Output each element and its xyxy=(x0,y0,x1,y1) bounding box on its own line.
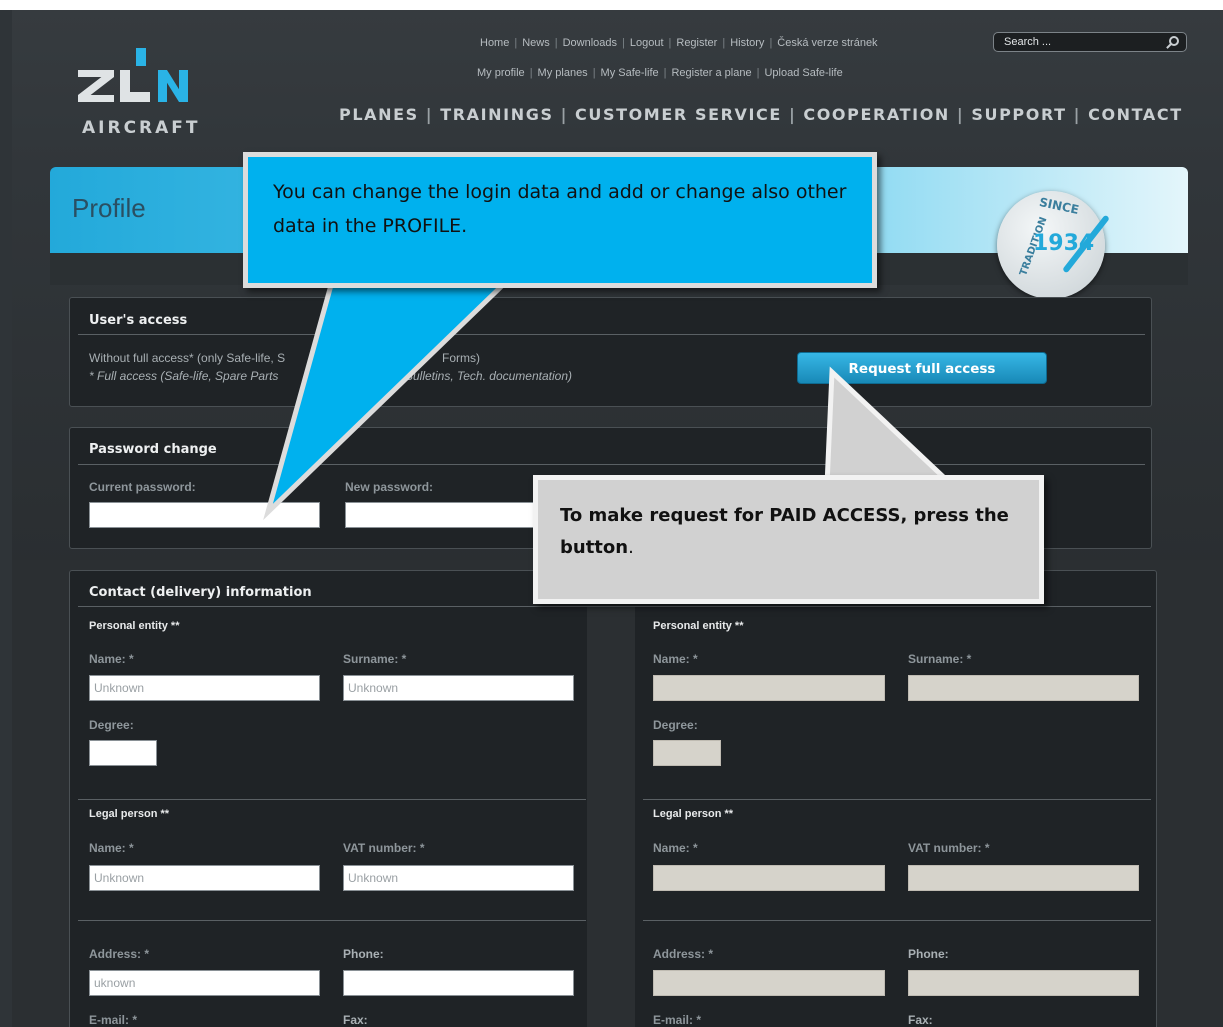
access-line-1: Without full access* (only Safe-life, S xyxy=(89,351,286,365)
vat-field-2 xyxy=(908,865,1139,891)
address-field[interactable]: uknown xyxy=(89,970,320,996)
new-password-field[interactable] xyxy=(345,502,545,528)
link-czech-version[interactable]: Česká verze stránek xyxy=(777,37,877,49)
contact-right-rule-1 xyxy=(643,799,1151,800)
zlin-aircraft-logo[interactable]: AIRCRAFT xyxy=(78,48,218,138)
email-label: E-mail: * xyxy=(89,1013,138,1027)
contact-left-rule-2 xyxy=(78,920,586,921)
link-home[interactable]: Home xyxy=(480,37,509,49)
fax-label: Fax: xyxy=(343,1013,368,1027)
vat-label-2: VAT number: * xyxy=(908,841,990,855)
address-label: Address: * xyxy=(89,947,150,961)
password-rule xyxy=(78,464,1145,465)
new-password-label: New password: xyxy=(345,480,434,494)
medal-since: SINCE xyxy=(1037,194,1081,218)
nav-trainings[interactable]: TRAININGS xyxy=(440,105,553,124)
search-placeholder: Search ... xyxy=(1004,36,1052,48)
name-field[interactable]: Unknown xyxy=(89,675,320,701)
link-my-profile[interactable]: My profile xyxy=(477,67,525,79)
legal-person-label-2: Legal person ** xyxy=(653,808,734,820)
contact-left-rule-1 xyxy=(78,799,586,800)
link-history[interactable]: History xyxy=(730,37,764,49)
degree-field[interactable] xyxy=(89,740,157,766)
vat-field[interactable]: Unknown xyxy=(343,865,574,891)
current-password-field[interactable] xyxy=(89,502,320,528)
link-downloads[interactable]: Downloads xyxy=(563,37,617,49)
surname-label: Surname: * xyxy=(343,652,407,666)
vat-label: VAT number: * xyxy=(343,841,425,855)
phone-label: Phone: xyxy=(343,947,384,961)
degree-label-2: Degree: xyxy=(653,718,698,732)
link-register-plane[interactable]: Register a plane xyxy=(671,67,751,79)
address-field-2 xyxy=(653,970,885,996)
contact-column-gap xyxy=(587,607,635,1027)
link-logout[interactable]: Logout xyxy=(630,37,664,49)
main-nav: PLANES | TRAININGS | CUSTOMER SERVICE | COOPER… xyxy=(339,105,1183,124)
name-label-2: Name: * xyxy=(653,652,698,666)
paid-access-hint-callout: To make request for PAID ACCESS, press t… xyxy=(533,475,1044,604)
access-line-1-end: Forms) xyxy=(442,351,480,365)
top-links: Home | News | Downloads | Logout | Register | Hist… xyxy=(480,37,878,49)
logo-letter-z xyxy=(78,70,114,102)
nav-contact[interactable]: CONTACT xyxy=(1088,105,1183,124)
surname-field[interactable]: Unknown xyxy=(343,675,574,701)
phone-field-2 xyxy=(908,970,1139,996)
users-access-rule xyxy=(78,334,1145,335)
search-input[interactable]: Search ... xyxy=(993,32,1187,52)
logo-letter-n xyxy=(158,70,188,102)
nav-cooperation[interactable]: COOPERATION xyxy=(803,105,950,124)
search-icon[interactable] xyxy=(1169,36,1179,46)
profile-hint-text: You can change the login data and add or… xyxy=(273,181,847,237)
surname-field-2 xyxy=(908,675,1139,701)
account-links: My profile | My planes | My Safe-life | Regist… xyxy=(477,67,843,79)
contact-title: Contact (delivery) information xyxy=(89,585,312,600)
name-field-2 xyxy=(653,675,885,701)
link-register[interactable]: Register xyxy=(676,37,717,49)
link-my-safe-life[interactable]: My Safe-life xyxy=(601,67,659,79)
password-title: Password change xyxy=(89,442,217,457)
personal-entity-label-2: Personal entity ** xyxy=(653,620,744,632)
users-access-title: User's access xyxy=(89,313,188,328)
logo-word: AIRCRAFT xyxy=(82,118,201,138)
legal-name-field-2 xyxy=(653,865,885,891)
page-title: Profile xyxy=(72,193,146,223)
legal-name-field[interactable]: Unknown xyxy=(89,865,320,891)
current-password-label: Current password: xyxy=(89,480,196,494)
legal-person-label: Legal person ** xyxy=(89,808,170,820)
paid-access-hint-tail: . xyxy=(628,537,634,558)
contact-right-rule-2 xyxy=(643,920,1151,921)
legal-name-label: Name: * xyxy=(89,841,134,855)
address-label-2: Address: * xyxy=(653,947,714,961)
phone-field[interactable] xyxy=(343,970,574,996)
tradition-medal: TRADITION SINCE 1934 xyxy=(997,191,1110,299)
nav-customer-service[interactable]: CUSTOMER SERVICE xyxy=(575,105,782,124)
surname-label-2: Surname: * xyxy=(908,652,972,666)
nav-planes[interactable]: PLANES xyxy=(339,105,419,124)
paid-access-hint-text: To make request for PAID ACCESS, press t… xyxy=(560,500,1030,564)
name-label: Name: * xyxy=(89,652,134,666)
link-my-planes[interactable]: My planes xyxy=(538,67,588,79)
access-line-2-end: Bulletins, Tech. documentation) xyxy=(405,369,572,383)
access-line-2: * Full access (Safe-life, Spare Parts xyxy=(89,369,279,383)
link-upload-safe-life[interactable]: Upload Safe-life xyxy=(764,67,842,79)
request-full-access-button[interactable]: Request full access xyxy=(797,352,1047,384)
fax-label-2: Fax: xyxy=(908,1013,933,1027)
link-news[interactable]: News xyxy=(522,37,550,49)
nav-support[interactable]: SUPPORT xyxy=(971,105,1066,124)
phone-label-2: Phone: xyxy=(908,947,949,961)
degree-label: Degree: xyxy=(89,718,134,732)
legal-name-label-2: Name: * xyxy=(653,841,698,855)
logo-letter-l xyxy=(120,70,150,102)
top-strip xyxy=(0,0,1223,10)
logo-letter-i xyxy=(136,48,146,66)
personal-entity-label: Personal entity ** xyxy=(89,620,180,632)
profile-hint-callout: You can change the login data and add or… xyxy=(243,152,877,288)
degree-field-2 xyxy=(653,740,721,766)
email-label-2: E-mail: * xyxy=(653,1013,702,1027)
